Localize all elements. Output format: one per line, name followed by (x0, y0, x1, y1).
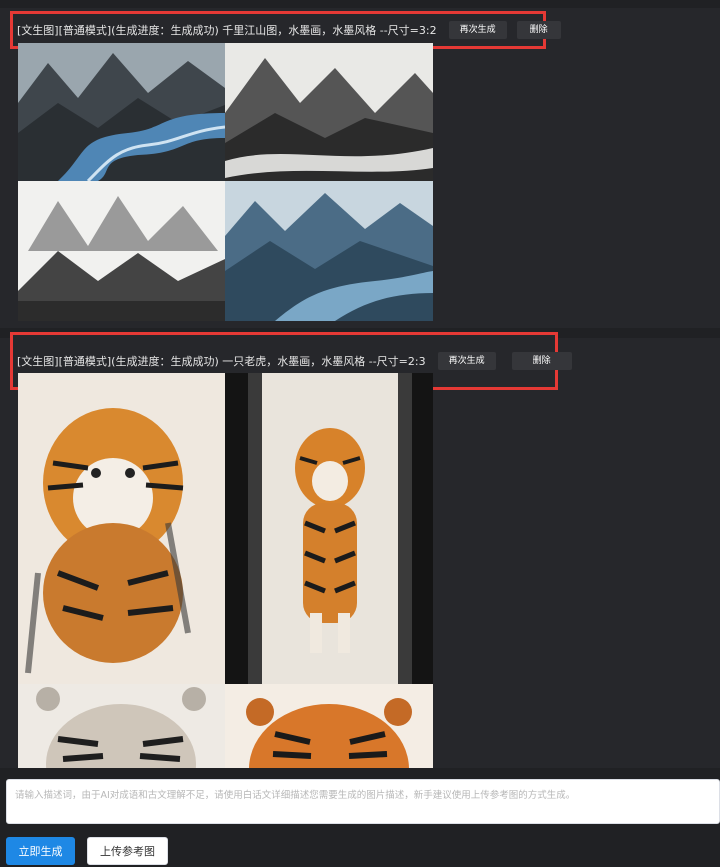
composer: 立即生成 上传参考图 (0, 768, 720, 867)
image-grid (18, 43, 433, 321)
generated-image[interactable] (225, 43, 433, 181)
delete-button[interactable]: 删除 (516, 21, 561, 39)
regenerate-button[interactable]: 再次生成 (437, 352, 496, 370)
image-grid (18, 373, 433, 768)
generated-image[interactable] (225, 181, 433, 321)
result-card: [文生图][普通模式](生成进度：生成成功) 一只老虎，水墨画，水墨风格 --尺… (0, 332, 720, 768)
result-title: [文生图][普通模式](生成进度：生成成功) 千里江山图，水墨画，水墨风格 --… (17, 24, 437, 37)
generate-button[interactable]: 立即生成 (6, 837, 75, 865)
generated-image[interactable] (18, 684, 225, 768)
regenerate-button[interactable]: 再次生成 (448, 21, 507, 39)
generated-image[interactable] (18, 373, 225, 684)
generated-image[interactable] (18, 43, 225, 181)
prompt-input[interactable] (6, 779, 720, 824)
delete-button[interactable]: 删除 (511, 352, 572, 370)
upload-reference-button[interactable]: 上传参考图 (87, 837, 168, 865)
result-card: [文生图][普通模式](生成进度：生成成功) 千里江山图，水墨画，水墨风格 --… (0, 8, 720, 328)
generated-image[interactable] (18, 181, 225, 321)
generated-image[interactable] (225, 373, 433, 684)
generated-image[interactable] (225, 684, 433, 768)
result-title: [文生图][普通模式](生成进度：生成成功) 一只老虎，水墨画，水墨风格 --尺… (17, 355, 426, 368)
result-feed[interactable]: [文生图][普通模式](生成进度：生成成功) 千里江山图，水墨画，水墨风格 --… (0, 0, 720, 768)
